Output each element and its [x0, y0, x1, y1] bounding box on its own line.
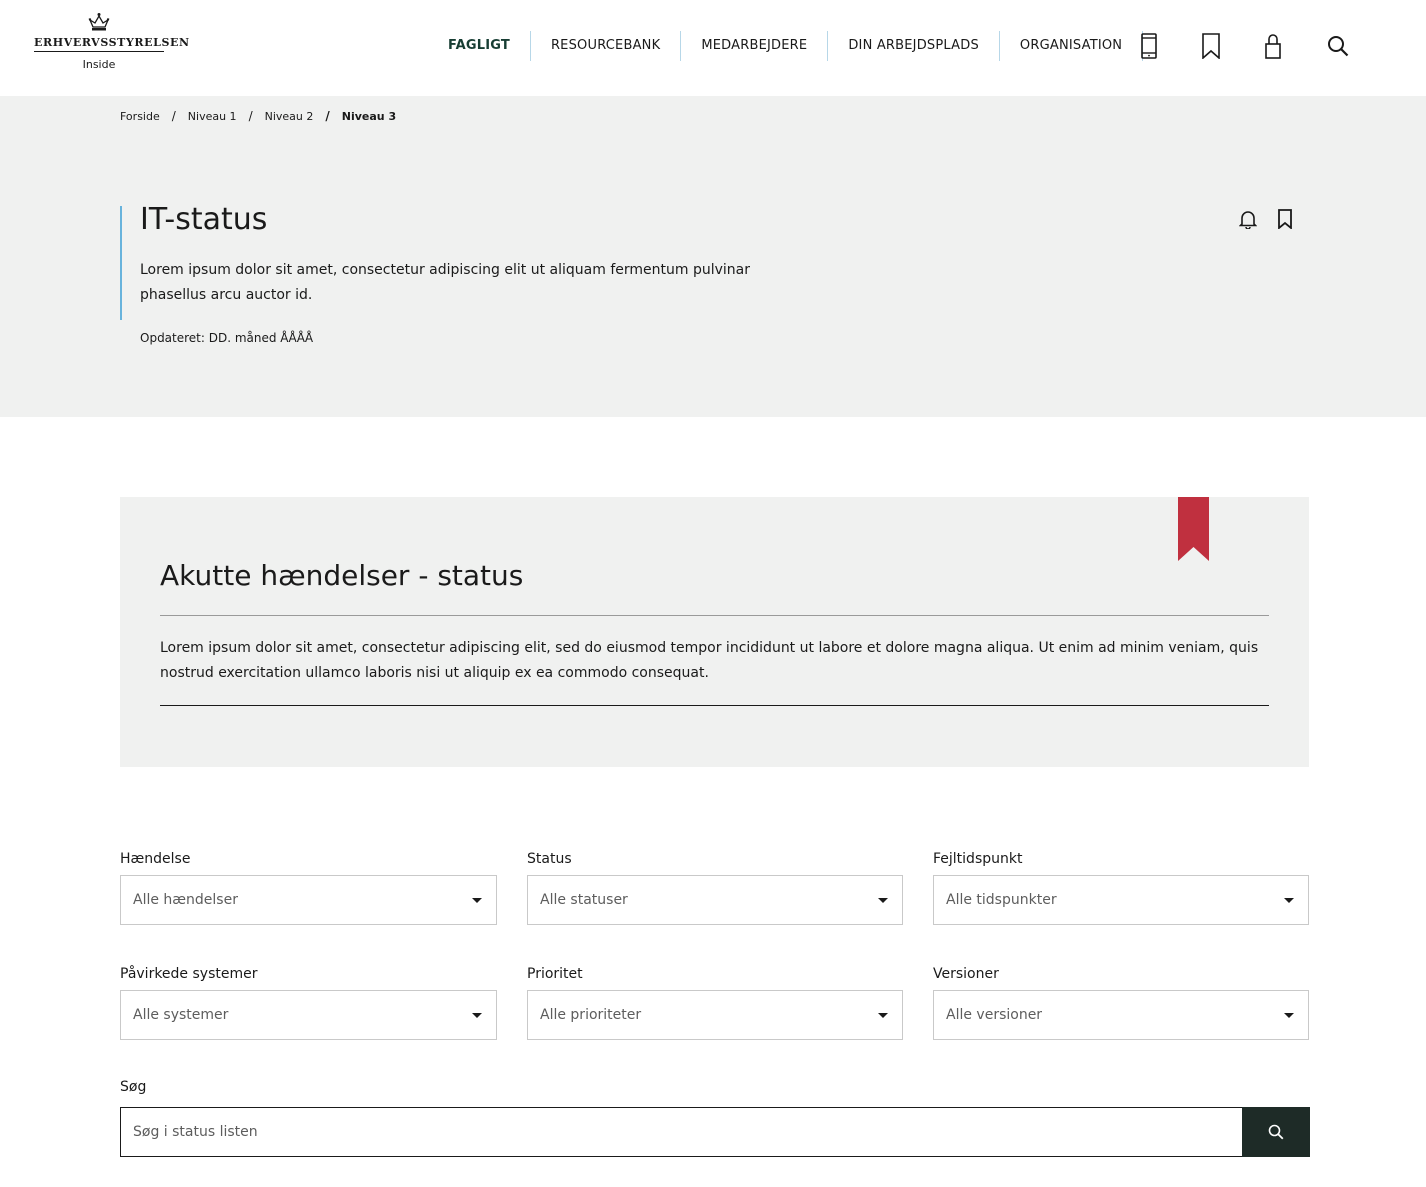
nav-item-organisation[interactable]: ORGANISATION	[1000, 31, 1144, 61]
systemer-select[interactable]: Alle systemer	[120, 990, 497, 1040]
status-search-input[interactable]	[120, 1107, 1242, 1157]
search-icon	[1268, 1124, 1284, 1140]
select-value: Alle tidspunkter	[946, 892, 1057, 908]
updated-date: Opdateret: DD. måned ÅÅÅÅ	[140, 331, 314, 345]
page-description: Lorem ipsum dolor sit amet, consectetur …	[140, 262, 750, 303]
phone-icon	[1141, 33, 1157, 59]
filter-label: Prioritet	[527, 966, 583, 982]
main-nav: FAGLIGT RESOURCEBANK MEDARBEJDERE DIN AR…	[428, 31, 1144, 61]
filter-label: Påvirkede systemer	[120, 966, 258, 982]
divider	[160, 615, 1269, 616]
status-select[interactable]: Alle statuser	[527, 875, 903, 925]
filter-versioner: Versioner Alle versioner	[933, 964, 1309, 1040]
breadcrumb-current: Niveau 3	[341, 109, 397, 123]
select-value: Alle systemer	[133, 1007, 229, 1023]
page-intro: IT-status Lorem ipsum dolor sit amet, co…	[120, 202, 760, 320]
card-title: Akutte hændelser - status	[160, 559, 524, 592]
filter-label: Fejltidspunkt	[933, 851, 1023, 867]
breadcrumb-item-niveau-1[interactable]: Niveau 1	[188, 110, 237, 123]
prioritet-select[interactable]: Alle prioriteter	[527, 990, 903, 1040]
hero-section: Forside / Niveau 1 / Niveau 2 / Niveau 3…	[0, 96, 1426, 417]
logo-subtitle: Inside	[82, 58, 116, 71]
crown-icon	[88, 13, 110, 31]
ribbon-icon	[1178, 497, 1209, 561]
chevron-down-icon	[1284, 898, 1294, 903]
status-search-button[interactable]	[1242, 1107, 1310, 1157]
breadcrumb-separator: /	[171, 109, 176, 123]
haendelse-select[interactable]: Alle hændelser	[120, 875, 497, 925]
nav-item-medarbejdere[interactable]: MEDARBEJDERE	[681, 31, 829, 61]
nav-item-din-arbejdsplads[interactable]: DIN ARBEJDSPLADS	[828, 31, 1000, 61]
nav-item-resourcebank[interactable]: RESOURCEBANK	[531, 31, 682, 61]
breadcrumb-separator: /	[248, 109, 253, 123]
bookmark-icon	[1202, 33, 1220, 59]
select-value: Alle prioriteter	[540, 1007, 642, 1023]
bookmarks-button[interactable]	[1199, 33, 1223, 59]
filter-label: Versioner	[933, 966, 999, 982]
subscribe-button[interactable]	[1238, 208, 1258, 230]
nav-item-fagligt[interactable]: FAGLIGT	[428, 31, 531, 61]
filter-label: Hændelse	[120, 851, 191, 867]
chevron-down-icon	[1284, 1013, 1294, 1018]
filter-label: Status	[527, 851, 572, 867]
site-search-button[interactable]	[1326, 33, 1350, 59]
chevron-down-icon	[878, 1013, 888, 1018]
breadcrumb-item-niveau-2[interactable]: Niveau 2	[265, 110, 314, 123]
bell-icon	[1239, 211, 1257, 229]
chevron-down-icon	[472, 898, 482, 903]
login-button[interactable]	[1261, 33, 1285, 59]
divider	[160, 705, 1269, 706]
site-header: Erhvervsstyrelsen Inside FAGLIGT RESOURC…	[0, 0, 1426, 96]
filter-systemer: Påvirkede systemer Alle systemer	[120, 964, 497, 1040]
breadcrumb-separator: /	[325, 109, 330, 123]
bookmark-icon	[1278, 209, 1292, 229]
logo-wordmark: Erhvervsstyrelsen	[34, 36, 189, 52]
select-value: Alle versioner	[946, 1007, 1043, 1023]
phone-button[interactable]	[1137, 33, 1161, 59]
versioner-select[interactable]: Alle versioner	[933, 990, 1309, 1040]
chevron-down-icon	[878, 898, 888, 903]
search-label: Søg	[120, 1079, 147, 1095]
chevron-down-icon	[472, 1013, 482, 1018]
filter-status: Status Alle statuser	[527, 849, 903, 925]
select-value: Alle hændelser	[133, 892, 238, 908]
bookmark-page-button[interactable]	[1275, 208, 1295, 230]
select-value: Alle statuser	[540, 892, 628, 908]
search-icon	[1328, 36, 1349, 57]
filter-haendelse: Hændelse Alle hændelser	[120, 849, 497, 925]
page-title: IT-status	[140, 202, 268, 237]
logo[interactable]: Erhvervsstyrelsen Inside	[34, 12, 189, 84]
breadcrumb: Forside / Niveau 1 / Niveau 2 / Niveau 3	[120, 109, 396, 123]
filter-fejltidspunkt: Fejltidspunkt Alle tidspunkter	[933, 849, 1309, 925]
card-text: Lorem ipsum dolor sit amet, consectetur …	[160, 640, 1259, 681]
filter-prioritet: Prioritet Alle prioriteter	[527, 964, 903, 1040]
lock-icon	[1265, 34, 1281, 59]
acute-incidents-card: Akutte hændelser - status Lorem ipsum do…	[120, 497, 1309, 767]
fejltidspunkt-select[interactable]: Alle tidspunkter	[933, 875, 1309, 925]
breadcrumb-item-forside[interactable]: Forside	[120, 110, 160, 123]
